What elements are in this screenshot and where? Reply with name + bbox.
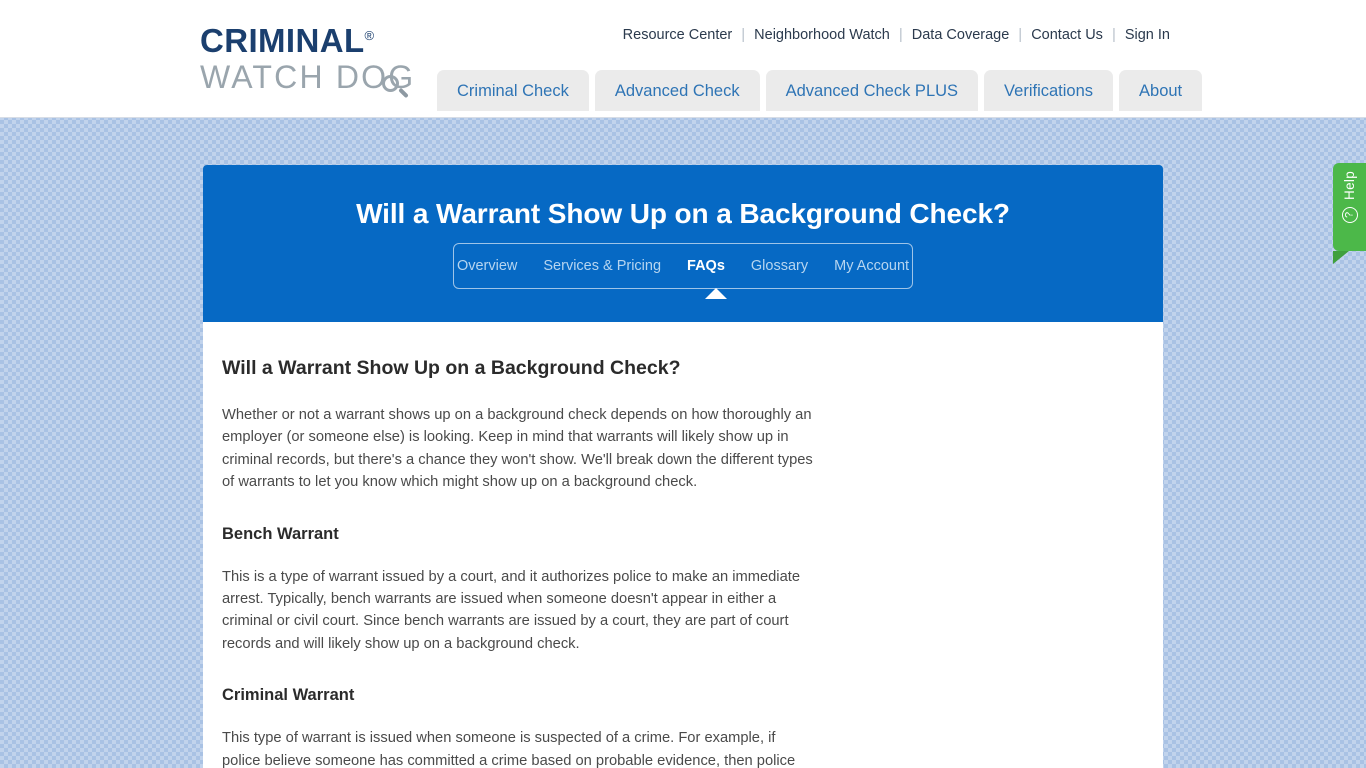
subnav-item-overview[interactable]: Overview [444,259,530,274]
utility-link-data-coverage[interactable]: Data Coverage [903,27,1019,43]
subnav-item-services-pricing[interactable]: Services & Pricing [530,259,674,274]
logo-text-primary: CRIMINAL® [200,18,430,59]
page-header-banner: Will a Warrant Show Up on a Background C… [203,165,1163,322]
subnav-item-faqs[interactable]: FAQs [674,259,738,274]
main-tab-about[interactable]: About [1119,70,1203,111]
main-tab-advanced-check-plus[interactable]: Advanced Check PLUS [765,70,979,111]
section-subnav-wrapper: Overview Services & Pricing FAQs Glossar… [453,243,913,299]
utility-link-sign-in[interactable]: Sign In [1116,27,1170,43]
article-section-heading-bench-warrant: Bench Warrant [222,524,339,543]
main-nav: Criminal Check Advanced Check Advanced C… [437,70,1203,111]
site-header: CRIMINAL® WATCH DOG Resource Center | Ne… [0,0,1366,118]
content-panel: Will a Warrant Show Up on a Background C… [203,322,1163,768]
article-intro-paragraph: Whether or not a warrant shows up on a b… [222,407,813,491]
subnav-item-my-account[interactable]: My Account [821,259,922,274]
article-body: Will a Warrant Show Up on a Background C… [222,356,822,768]
article-heading: Will a Warrant Show Up on a Background C… [222,357,681,379]
utility-link-contact-us[interactable]: Contact Us [1022,27,1112,43]
page-title: Will a Warrant Show Up on a Background C… [356,198,1010,229]
question-mark-icon: ? [1341,206,1358,223]
subnav-item-glossary[interactable]: Glossary [738,259,821,274]
logo-text-secondary: WATCH DOG [200,59,430,95]
help-widget-tab[interactable]: Help ? [1333,163,1366,264]
section-subnav: Overview Services & Pricing FAQs Glossar… [453,243,913,289]
page-card: Will a Warrant Show Up on a Background C… [203,165,1163,768]
article-section-heading-criminal-warrant: Criminal Warrant [222,686,355,705]
utility-link-resource-center[interactable]: Resource Center [623,27,742,43]
main-tab-verifications[interactable]: Verifications [984,70,1114,111]
utility-link-neighborhood-watch[interactable]: Neighborhood Watch [745,27,899,43]
utility-nav: Resource Center | Neighborhood Watch | D… [623,26,1170,43]
main-tab-advanced-check[interactable]: Advanced Check [594,70,760,111]
article-section-body-bench-warrant: This is a type of warrant issued by a co… [222,568,800,652]
magnifying-glass-icon [382,75,399,92]
article-section-body-criminal-warrant: This type of warrant is issued when some… [222,730,796,768]
logo-word-criminal: CRIMINAL [200,22,365,59]
registered-trademark-icon: ® [364,28,375,43]
help-label: Help [1341,171,1357,200]
subnav-active-pointer-icon [705,288,727,299]
site-logo[interactable]: CRIMINAL® WATCH DOG [200,18,430,100]
main-tab-criminal-check[interactable]: Criminal Check [437,70,589,111]
